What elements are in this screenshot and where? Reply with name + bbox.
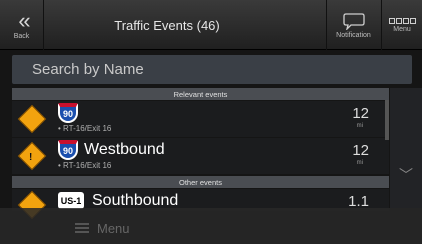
bottom-menu-button[interactable]: Menu [75, 216, 175, 240]
interstate-shield-icon: 90 [58, 103, 78, 123]
exclamation-icon: ! [29, 152, 33, 163]
page-title: Traffic Events (46) [114, 17, 220, 33]
back-button[interactable]: « Back [0, 0, 44, 50]
distance-unit: mi [356, 123, 363, 129]
back-label: Back [13, 32, 30, 40]
interstate-shield-icon: 90 [58, 140, 78, 160]
speech-bubble-icon [342, 12, 365, 30]
distance-unit: mi [356, 160, 363, 166]
us-route-shield-icon: US-1 [58, 192, 84, 209]
event-distance: 12 [352, 142, 369, 159]
search-input[interactable] [12, 55, 412, 84]
back-arrow-icon: « [18, 7, 31, 33]
menu-grid-icon [388, 17, 416, 24]
bottom-bar: Menu [0, 208, 422, 244]
road-work-sign-icon [17, 104, 47, 134]
menu-button[interactable]: Menu [381, 0, 422, 50]
list-item[interactable]: ! 90 Westbound • RT-16/Exit 16 12 mi [12, 138, 389, 174]
notification-button[interactable]: Notification [326, 0, 380, 50]
hamburger-icon [75, 223, 89, 233]
menu-label: Menu [393, 25, 411, 33]
header-bar: « Back Traffic Events (46) Notification … [0, 0, 422, 50]
bottom-menu-label: Menu [97, 220, 130, 236]
list-item[interactable]: 90 • RT-16/Exit 16 12 mi [12, 101, 389, 137]
event-distance: 12 [352, 105, 369, 122]
event-location: • RT-16/Exit 16 [58, 161, 112, 170]
section-header-relevant: Relevant events [12, 88, 389, 100]
scrollbar-thumb[interactable] [385, 100, 389, 140]
search-box [12, 55, 412, 84]
event-name: Westbound [84, 141, 165, 158]
scroll-down-button[interactable]: ﹀ [390, 150, 422, 200]
chevron-down-icon: ﹀ [399, 167, 413, 183]
event-location: • RT-16/Exit 16 [58, 124, 112, 133]
notification-label: Notification [336, 31, 371, 39]
section-header-other: Other events [12, 176, 389, 188]
